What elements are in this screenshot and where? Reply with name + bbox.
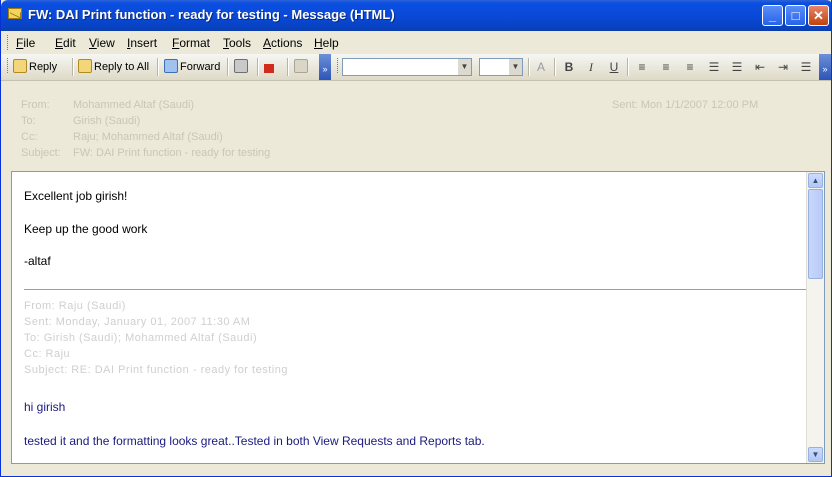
from-row: From: Mohammed Altaf (Saudi): [21, 99, 194, 111]
underline-button[interactable]: U: [605, 58, 623, 76]
menu-file[interactable]: File: [16, 36, 35, 50]
from-value[interactable]: Mohammed Altaf (Saudi): [73, 99, 194, 111]
menu-actions[interactable]: Actions: [263, 36, 302, 50]
print-icon: [234, 59, 248, 73]
reply-label: Reply: [29, 61, 58, 73]
toolbar-separator: [157, 58, 159, 76]
menu-tools[interactable]: Tools: [223, 36, 251, 50]
to-value[interactable]: Girish (Saudi): [73, 115, 140, 127]
reply-button[interactable]: Reply: [13, 58, 57, 76]
toolbar-separator: [72, 58, 74, 76]
menu-view[interactable]: View: [89, 36, 115, 50]
body-line-2: Keep up the good work: [24, 222, 148, 236]
italic-button[interactable]: I: [582, 58, 600, 76]
flag-button[interactable]: [264, 58, 276, 76]
menu-grip-icon[interactable]: [7, 35, 11, 50]
address-book-button[interactable]: [294, 58, 310, 76]
toolbar-separator: [627, 58, 629, 76]
cc-row: Cc: Raju; Mohammed Altaf (Saudi): [21, 131, 223, 143]
outlook-message-window: FW: DAI Print function - ready for testi…: [0, 0, 832, 477]
cc-value[interactable]: Raju; Mohammed Altaf (Saudi): [73, 131, 223, 143]
subject-label: Subject:: [21, 147, 61, 159]
toolbar-separator: [287, 58, 289, 76]
align-center-icon[interactable]: ≡: [657, 58, 675, 76]
scroll-thumb[interactable]: [808, 189, 823, 279]
toolbar-separator: [528, 58, 530, 76]
close-button[interactable]: ✕: [808, 5, 829, 26]
align-right-icon[interactable]: ≡: [681, 58, 699, 76]
chevron-down-icon: ▼: [458, 59, 471, 75]
decrease-indent-icon[interactable]: ⇤: [751, 58, 769, 76]
quoted-from: From: Raju (Saudi): [24, 300, 126, 312]
toolbar-separator: [554, 58, 556, 76]
forward-label: Forward: [180, 61, 221, 73]
envelope-icon: [8, 8, 22, 19]
format-toolbar-grip-icon[interactable]: [337, 58, 341, 73]
menu-bar: File Edit View Insert Format Tools Actio…: [1, 31, 831, 54]
sent-date: Sent: Mon 1/1/2007 12:00 PM: [612, 99, 759, 111]
subject-row: Subject: FW: DAI Print function - ready f…: [21, 147, 270, 159]
quoted-subject: Subject: RE: DAI Print function - ready …: [24, 364, 288, 376]
quoted-to: To: Girish (Saudi); Mohammed Altaf (Saud…: [24, 332, 258, 344]
style-dropdown[interactable]: ▼: [342, 58, 472, 76]
bullet-list-icon[interactable]: ☰: [728, 58, 746, 76]
message-body[interactable]: Excellent job girish! Keep up the good w…: [11, 171, 825, 464]
menu-insert[interactable]: Insert: [127, 36, 157, 50]
reply-icon: [13, 59, 27, 73]
scroll-up-icon[interactable]: ▲: [808, 173, 823, 188]
toolbar: Reply Reply to All Forward » ▼ ▼ A B I U…: [1, 54, 831, 81]
toolbar-grip-icon[interactable]: [7, 58, 11, 73]
numbered-list-icon[interactable]: ☰: [705, 58, 723, 76]
quoted-sent: Sent: Monday, January 01, 2007 11:30 AM: [24, 316, 251, 328]
menu-edit[interactable]: Edit: [55, 36, 76, 50]
align-left-icon[interactable]: ≡: [633, 58, 651, 76]
title-bar[interactable]: FW: DAI Print function - ready for testi…: [1, 0, 831, 31]
toolbar-separator: [227, 58, 229, 76]
font-size-dropdown[interactable]: ▼: [479, 58, 523, 76]
body-text-line: tested it and the formatting looks great…: [24, 434, 485, 448]
cc-label: Cc:: [21, 131, 38, 143]
minimize-button[interactable]: _: [762, 5, 783, 26]
format-overflow-chevron-icon[interactable]: »: [819, 54, 831, 80]
quoted-cc: Cc: Raju: [24, 348, 71, 360]
address-book-icon: [294, 59, 308, 73]
flag-icon: [264, 64, 274, 73]
toolbar-overflow-chevron-icon[interactable]: »: [319, 54, 331, 80]
reply-all-icon: [78, 59, 92, 73]
print-button[interactable]: [234, 58, 250, 76]
vertical-scrollbar[interactable]: ▲ ▼: [806, 172, 824, 463]
message-header: From: Mohammed Altaf (Saudi) To: Girish (S…: [1, 81, 831, 169]
reply-all-button[interactable]: Reply to All: [78, 58, 149, 76]
divider: [24, 289, 806, 290]
toolbar-separator: [257, 58, 259, 76]
menu-help[interactable]: Help: [314, 36, 339, 50]
maximize-button[interactable]: □: [785, 5, 806, 26]
body-line-1: Excellent job girish!: [24, 189, 128, 203]
to-label: To:: [21, 115, 36, 127]
forward-button[interactable]: Forward: [164, 58, 220, 76]
scroll-down-icon[interactable]: ▼: [808, 447, 823, 462]
to-row: To: Girish (Saudi): [21, 115, 140, 127]
more-format-icon[interactable]: ☰: [797, 58, 815, 76]
from-label: From:: [21, 99, 50, 111]
greeting-line: hi girish: [24, 400, 66, 414]
window-title: FW: DAI Print function - ready for testi…: [28, 7, 395, 22]
menu-format[interactable]: Format: [172, 36, 210, 50]
font-color-button[interactable]: A: [532, 58, 550, 76]
body-line-3: -altaf: [24, 254, 51, 268]
subject-value: FW: DAI Print function - ready for testi…: [73, 147, 271, 159]
increase-indent-icon[interactable]: ⇥: [774, 58, 792, 76]
bold-button[interactable]: B: [560, 58, 578, 76]
chevron-down-icon: ▼: [509, 59, 522, 75]
forward-icon: [164, 59, 178, 73]
reply-all-label: Reply to All: [94, 61, 150, 73]
